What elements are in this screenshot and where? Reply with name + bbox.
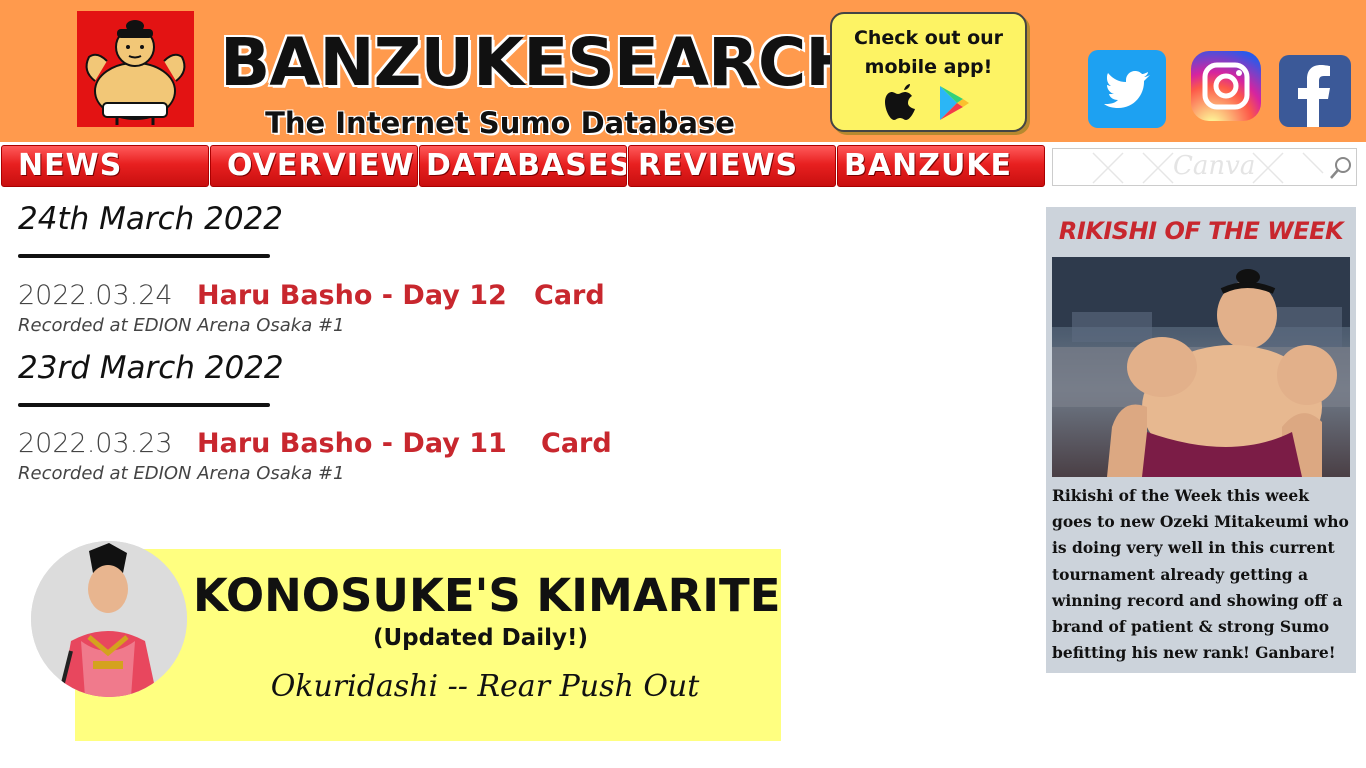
news-divider (18, 254, 270, 258)
facebook-link[interactable] (1279, 55, 1351, 127)
site-subtitle: The Internet Sumo Database (265, 106, 735, 140)
news-date: 23rd March 2022 (18, 350, 284, 386)
news-title-link[interactable]: Haru Basho - Day 11 (197, 428, 507, 459)
gyoji-portrait-icon (31, 541, 187, 697)
app-promo-text: Check out our mobile app! (853, 27, 1004, 78)
news-date: 24th March 2022 (18, 201, 284, 237)
site-title[interactable]: BANZUKESEARCH (220, 24, 861, 104)
instagram-link[interactable] (1191, 51, 1261, 121)
news-id: 2022.03.24 (18, 280, 173, 311)
search-icon[interactable] (1329, 156, 1353, 180)
news-card-link[interactable]: Card (534, 280, 605, 311)
konosuke-avatar (31, 541, 187, 697)
rikishi-photo-icon (1052, 257, 1350, 477)
news-venue: Recorded at EDION Arena Osaka #1 (18, 463, 345, 484)
search-box: Canva (1052, 148, 1357, 186)
news-card-link[interactable]: Card (541, 428, 612, 459)
apple-icon[interactable] (884, 82, 918, 122)
nav-banzuke[interactable]: BANZUKE (837, 145, 1045, 187)
twitter-icon (1104, 71, 1150, 108)
nav-overview[interactable]: OVERVIEW (210, 145, 418, 187)
instagram-icon (1202, 62, 1250, 110)
news-venue: Recorded at EDION Arena Osaka #1 (18, 315, 345, 336)
google-play-icon[interactable] (937, 84, 971, 122)
kimarite-subtitle: (Updated Daily!) (372, 625, 589, 651)
kimarite-move: Okuridashi -- Rear Push Out (270, 669, 700, 704)
kimarite-title: KONOSUKE'S KIMARITE (193, 569, 781, 622)
sumo-logo[interactable] (77, 11, 194, 127)
mobile-app-promo[interactable]: Check out our mobile app! (830, 12, 1027, 132)
news-divider (18, 403, 270, 407)
twitter-link[interactable] (1088, 50, 1166, 128)
sumo-logo-icon (85, 20, 186, 125)
nav-reviews[interactable]: REVIEWS (628, 145, 836, 187)
rikishi-of-the-week: RIKISHI OF THE WEEK Rikishi of the Week … (1046, 207, 1356, 673)
search-input[interactable] (1059, 155, 1309, 181)
site-header: BANZUKESEARCH The Internet Sumo Database… (0, 0, 1366, 142)
nav-databases[interactable]: DATABASES (419, 145, 627, 187)
sidebar-title: RIKISHI OF THE WEEK (1058, 217, 1344, 245)
sidebar-description: Rikishi of the Week this week goes to ne… (1052, 486, 1349, 663)
news-id: 2022.03.23 (18, 428, 173, 459)
rikishi-photo[interactable] (1052, 257, 1350, 477)
facebook-icon (1298, 65, 1330, 127)
nav-news[interactable]: NEWS (1, 145, 209, 187)
news-title-link[interactable]: Haru Basho - Day 12 (197, 280, 507, 311)
